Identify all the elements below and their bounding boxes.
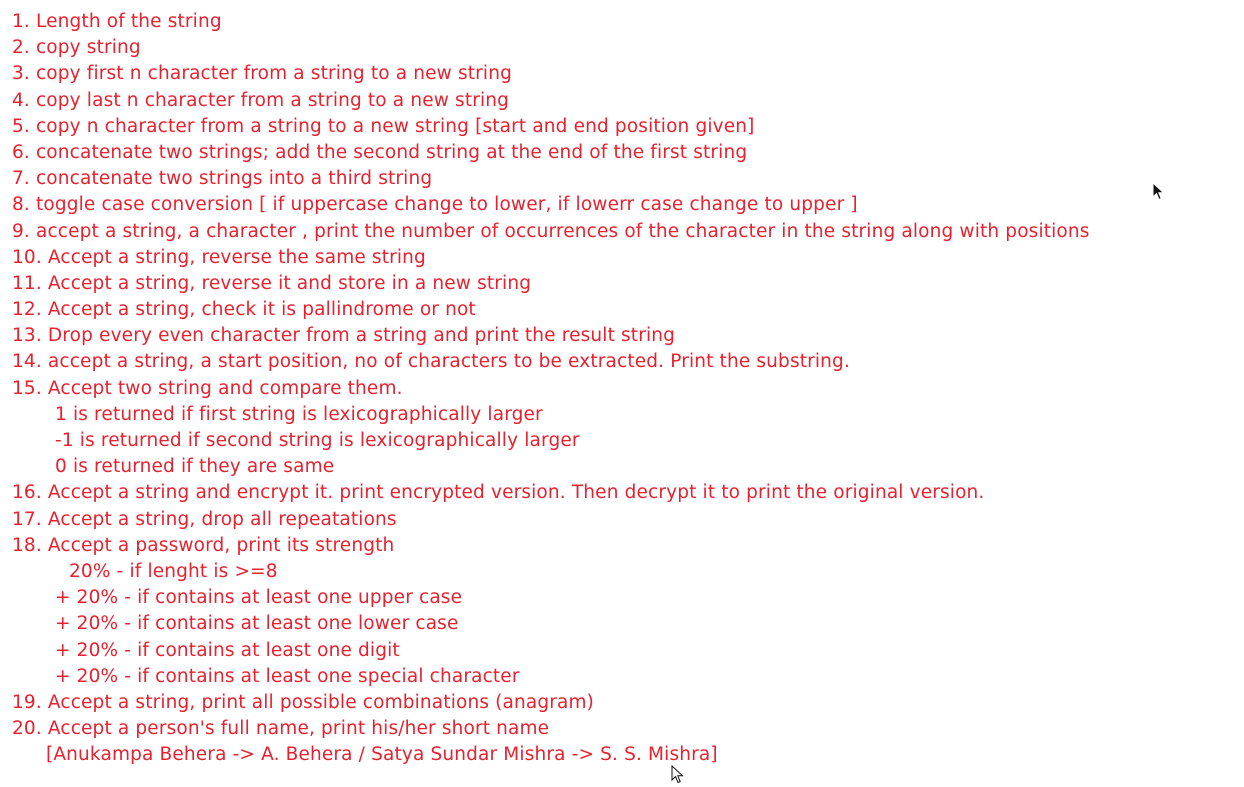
list-item: 15. Accept two string and compare them. (12, 377, 403, 399)
list-item: 18. Accept a password, print its strengt… (12, 534, 395, 556)
list-item: 20% - if lenght is >=8 (69, 560, 278, 582)
exercise-list: 1. Length of the string 2. copy string 3. … (12, 9, 1090, 768)
list-item: -1 is returned if second string is lexic… (55, 430, 580, 451)
list-item: + 20% - if contains at least one upper c… (55, 587, 463, 609)
mouse-pointer-icon (671, 765, 684, 784)
list-item: 0 is returned if they are same (55, 456, 335, 478)
list-item: 17. Accept a string, drop all repeatatio… (12, 508, 397, 530)
list-item: [Anukampa Behera -> A. Behera / Satya Su… (46, 744, 718, 766)
list-item: 11. Accept a string, reverse it and stor… (12, 272, 532, 294)
list-item: 7. concatenate two strings into a third … (12, 168, 433, 190)
list-item: 1. Length of the string (12, 11, 222, 32)
list-item: 19. Accept a string, print all possible … (12, 691, 595, 713)
list-item: + 20% - if contains at least one lower c… (55, 613, 459, 635)
list-item: 2. copy string (12, 37, 141, 59)
list-item: 5. copy n character from a string to a n… (12, 115, 755, 137)
list-item: 12. Accept a string, check it is pallind… (12, 299, 476, 321)
list-item: 16. Accept a string and encrypt it. prin… (12, 482, 985, 504)
list-item: 9. accept a string, a character , print … (12, 220, 1090, 242)
list-item: + 20% - if contains at least one special… (55, 665, 520, 687)
list-item: 8. toggle case conversion [ if uppercase… (12, 194, 858, 216)
list-item: 20. Accept a person's full name, print h… (12, 718, 550, 740)
list-item: 6. concatenate two strings; add the seco… (12, 141, 748, 163)
list-item: 10. Accept a string, reverse the same st… (12, 246, 426, 268)
list-item: + 20% - if contains at least one digit (55, 639, 400, 661)
list-item: 13. Drop every even character from a str… (12, 325, 676, 347)
list-item: 4. copy last n character from a string t… (12, 89, 510, 111)
mouse-pointer-icon (1152, 182, 1165, 201)
list-item: 14. accept a string, a start position, n… (12, 351, 850, 373)
list-item: 3. copy first n character from a string … (12, 63, 512, 85)
list-item: 1 is returned if first string is lexicog… (55, 403, 543, 425)
